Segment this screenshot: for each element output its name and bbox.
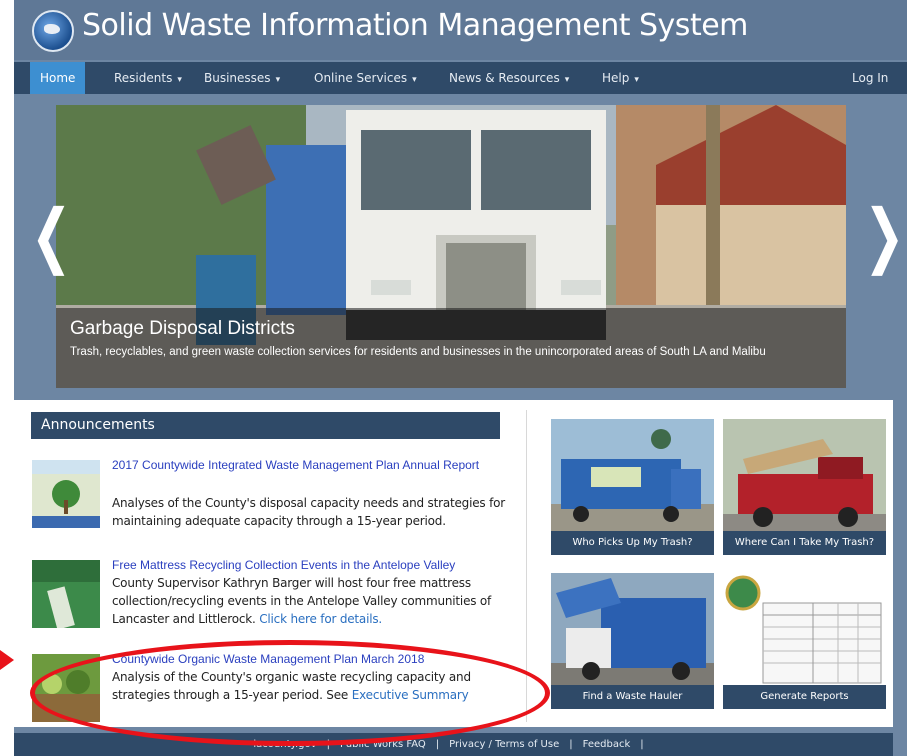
page-left-margin: [0, 0, 14, 756]
announcement-title-link[interactable]: Free Mattress Recycling Collection Event…: [112, 556, 532, 574]
nav-news-resources[interactable]: News & Resources ▾: [439, 62, 579, 94]
chevron-down-icon: ▾: [564, 75, 570, 85]
details-link[interactable]: Click here for details.: [259, 612, 382, 624]
tile-label: Where Can I Take My Trash?: [723, 531, 886, 555]
announcement-item: 2017 Countywide Integrated Waste Managem…: [32, 456, 522, 546]
nav-news-resources-label: News & Resources: [449, 71, 560, 85]
footer-separator: |: [640, 739, 644, 750]
nav-online-services-label: Online Services: [314, 71, 408, 85]
tile-label: Who Picks Up My Trash?: [551, 531, 714, 555]
carousel-prev-icon[interactable]: ❮: [31, 200, 72, 270]
tile-who-picks-up[interactable]: Who Picks Up My Trash?: [551, 419, 714, 555]
tile-label: Generate Reports: [723, 685, 886, 709]
highlight-ellipse-annotation: [30, 640, 550, 746]
nav-businesses[interactable]: Businesses ▾: [194, 62, 290, 94]
nav-home[interactable]: Home: [30, 62, 86, 94]
nav-help-label: Help: [602, 71, 630, 85]
carousel-next-icon[interactable]: ❯: [864, 200, 905, 270]
announcement-description: County Supervisor Kathryn Barger will ho…: [112, 574, 532, 624]
hero-title[interactable]: Garbage Disposal Districts: [70, 318, 295, 340]
chevron-down-icon: ▾: [412, 75, 417, 85]
tile-where-take-trash[interactable]: Where Can I Take My Trash?: [723, 419, 886, 555]
footer-link-privacy[interactable]: Privacy / Terms of Use: [449, 739, 559, 750]
site-title[interactable]: Solid Waste Information Management Syste…: [82, 8, 748, 43]
nav-login-label: Log In: [852, 71, 889, 85]
main-nav: Home Residents ▾ Businesses ▾ Online Servi…: [14, 62, 907, 94]
hero-description: Trash, recyclables, and green waste coll…: [70, 346, 766, 358]
footer-link-feedback[interactable]: Feedback: [583, 739, 631, 750]
nav-login[interactable]: Log In: [842, 62, 898, 94]
announcements-header: Announcements: [31, 412, 500, 439]
tile-label: Find a Waste Hauler: [551, 685, 714, 709]
nav-residents-label: Residents: [114, 71, 173, 85]
footer-separator: |: [569, 739, 573, 750]
announcement-title-link[interactable]: 2017 Countywide Integrated Waste Managem…: [112, 456, 532, 474]
chevron-down-icon: ▾: [177, 75, 182, 85]
chevron-down-icon: ▾: [275, 75, 281, 85]
tile-find-hauler[interactable]: Find a Waste Hauler: [551, 573, 714, 709]
mattress-event-thumbnail[interactable]: [32, 560, 100, 628]
highlight-arrow-annotation: [0, 650, 14, 670]
report-cover-thumbnail[interactable]: [32, 460, 100, 528]
tile-generate-reports[interactable]: Generate Reports: [723, 573, 886, 709]
nav-help[interactable]: Help ▾: [592, 62, 649, 94]
county-seal-logo[interactable]: [32, 10, 74, 52]
nav-online-services[interactable]: Online Services ▾: [304, 62, 427, 94]
announcement-description: Analyses of the County's disposal capaci…: [112, 496, 505, 528]
site-header: Solid Waste Information Management Syste…: [14, 0, 907, 60]
nav-home-label: Home: [40, 71, 76, 85]
announcement-item: Free Mattress Recycling Collection Event…: [32, 556, 522, 628]
nav-businesses-label: Businesses: [204, 71, 271, 85]
nav-residents[interactable]: Residents ▾: [104, 62, 192, 94]
footer-separator: |: [435, 739, 440, 750]
chevron-down-icon: ▾: [634, 75, 639, 85]
